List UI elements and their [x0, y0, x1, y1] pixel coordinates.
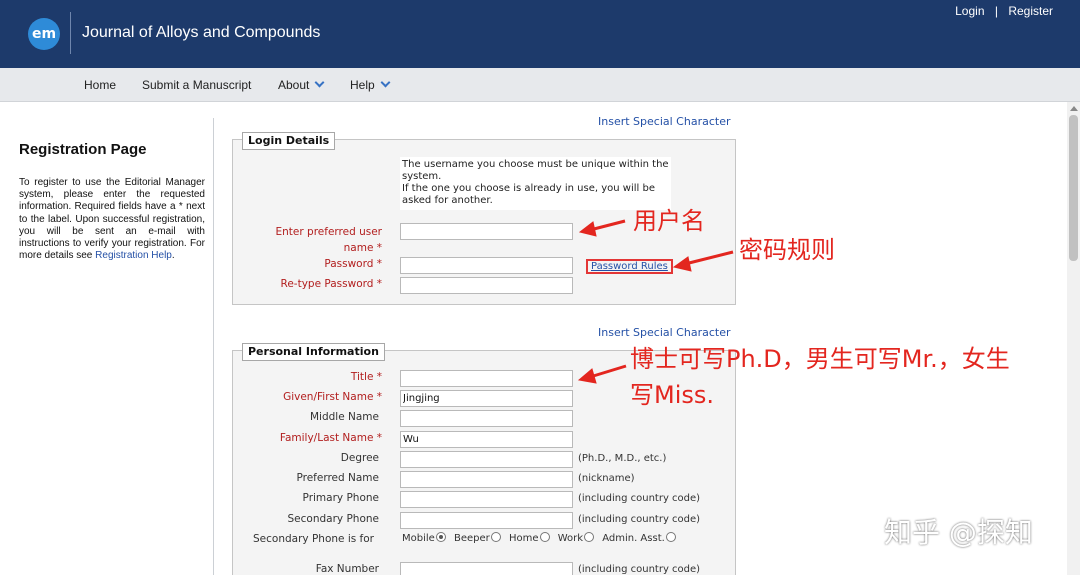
radio-button-icon[interactable] [584, 532, 595, 542]
registration-instructions-text: To register to use the Editorial Manager… [19, 177, 205, 262]
primary-phone-input[interactable] [400, 491, 573, 508]
username-label-line-1: Enter preferred user [275, 226, 382, 238]
last-name-label: Family/Last Name * [279, 432, 382, 444]
middle-name-input[interactable] [400, 410, 573, 427]
username-annotation: 用户名 [633, 207, 705, 235]
site-header: em Journal of Alloys and Compounds Login… [0, 0, 1080, 68]
home-option[interactable]: Home [509, 532, 550, 544]
insert-special-character-link-login[interactable]: Insert Special Character [598, 115, 730, 128]
last-name-input[interactable] [400, 431, 573, 448]
secondary-phone-input[interactable] [400, 512, 573, 529]
nav-about-label: About [278, 78, 310, 92]
username-info-line-1: The username you choose must be unique w… [402, 159, 669, 183]
journal-title: Journal of Alloys and Compounds [82, 24, 321, 41]
password-rules-link[interactable]: Password Rules [586, 259, 673, 274]
given-name-input[interactable] [400, 390, 573, 407]
nav-home[interactable]: Home [84, 78, 116, 92]
nav-help-label: Help [350, 78, 375, 92]
radio-button-icon[interactable] [539, 532, 550, 542]
insert-special-character-link-personal[interactable]: Insert Special Character [598, 326, 730, 339]
password-label: Password * [324, 258, 382, 270]
username-info-box: The username you choose must be unique w… [400, 157, 671, 211]
personal-information-title: Personal Information [242, 343, 385, 361]
page-scrollbar[interactable] [1067, 102, 1080, 575]
nav-help[interactable]: Help [350, 77, 391, 92]
header-divider [70, 12, 71, 54]
preferred-name-label: Preferred Name [296, 472, 379, 484]
auth-separator: | [994, 4, 998, 18]
retype-password-label: Re-type Password * [280, 278, 383, 290]
admin-assistant-option[interactable]: Admin. Asst. [602, 532, 676, 544]
zhihu-watermark: 知乎 @探知 [884, 516, 1033, 549]
mobile-option-label: Mobile [402, 533, 435, 544]
chevron-down-icon [380, 77, 391, 88]
title-annotation-line-1: 博士可写Ph.D，男生可写Mr.，女生 [630, 345, 1010, 373]
nav-about[interactable]: About [278, 77, 325, 92]
home-option-label: Home [508, 533, 539, 544]
preferred-name-hint: (nickname) [578, 473, 635, 484]
radio-button-icon[interactable] [665, 532, 676, 542]
title-annotation-line-2: 写Miss. [630, 381, 715, 409]
beeper-option[interactable]: Beeper [454, 532, 501, 544]
title-annotation: 博士可写Ph.D，男生可写Mr.，女生 写Miss. [630, 341, 1060, 413]
work-option-label: Work [557, 533, 584, 544]
registration-page: em Journal of Alloys and Compounds Login… [0, 0, 1080, 575]
em-logo: em [28, 18, 60, 50]
secondary-phone-type-label: Secondary Phone is for [253, 533, 374, 545]
work-option[interactable]: Work [557, 532, 595, 544]
registration-page-title: Registration Page [19, 141, 147, 158]
auth-links: Login | Register [955, 4, 1053, 18]
password-rules-annotation: 密码规则 [739, 236, 835, 264]
radio-button-icon[interactable] [490, 532, 501, 542]
fax-number-label: Fax Number [315, 563, 379, 575]
preferred-name-input[interactable] [400, 471, 573, 488]
secondary-phone-label: Secondary Phone [287, 513, 379, 525]
admin-assistant-option-label: Admin. Asst. [602, 533, 665, 544]
registration-help-period: . [171, 250, 175, 262]
scrollbar-thumb[interactable] [1069, 115, 1078, 261]
username-label-line-2: name * [343, 242, 382, 254]
title-label: Title * [350, 371, 382, 383]
degree-label: Degree [340, 452, 379, 464]
chevron-down-icon [314, 77, 325, 88]
registration-instructions: To register to use the Editorial Manager… [19, 177, 205, 262]
primary-phone-label: Primary Phone [302, 492, 379, 504]
given-name-label: Given/First Name * [283, 391, 382, 403]
beeper-option-label: Beeper [454, 533, 490, 544]
sidebar-divider [213, 118, 214, 575]
degree-hint: (Ph.D., M.D., etc.) [578, 453, 667, 464]
username-label: Enter preferred user name * [242, 224, 382, 256]
primary-phone-hint: (including country code) [578, 493, 701, 504]
nav-submit-manuscript[interactable]: Submit a Manuscript [142, 78, 251, 92]
mobile-option[interactable]: Mobile [402, 532, 446, 544]
title-input[interactable] [400, 370, 573, 387]
secondary-phone-hint: (including country code) [578, 514, 701, 525]
username-input[interactable] [400, 223, 573, 240]
radio-button-icon[interactable] [435, 532, 446, 542]
secondary-phone-type-options: Mobile Beeper Home Work Admin. Asst. [402, 532, 681, 544]
register-link[interactable]: Register [1008, 4, 1053, 18]
registration-help-link[interactable]: Registration Help [95, 250, 172, 261]
retype-password-input[interactable] [400, 277, 573, 294]
fax-number-input[interactable] [400, 562, 573, 575]
login-link[interactable]: Login [955, 4, 984, 18]
username-info-line-2: If the one you choose is already in use,… [402, 183, 655, 207]
login-details-title: Login Details [242, 132, 336, 150]
main-navigation: Home Submit a Manuscript About Help [0, 68, 1080, 102]
password-input[interactable] [400, 257, 573, 274]
degree-input[interactable] [400, 451, 573, 468]
fax-number-hint: (including country code) [578, 564, 701, 575]
middle-name-label: Middle Name [310, 411, 379, 423]
scroll-up-icon[interactable] [1070, 106, 1078, 111]
